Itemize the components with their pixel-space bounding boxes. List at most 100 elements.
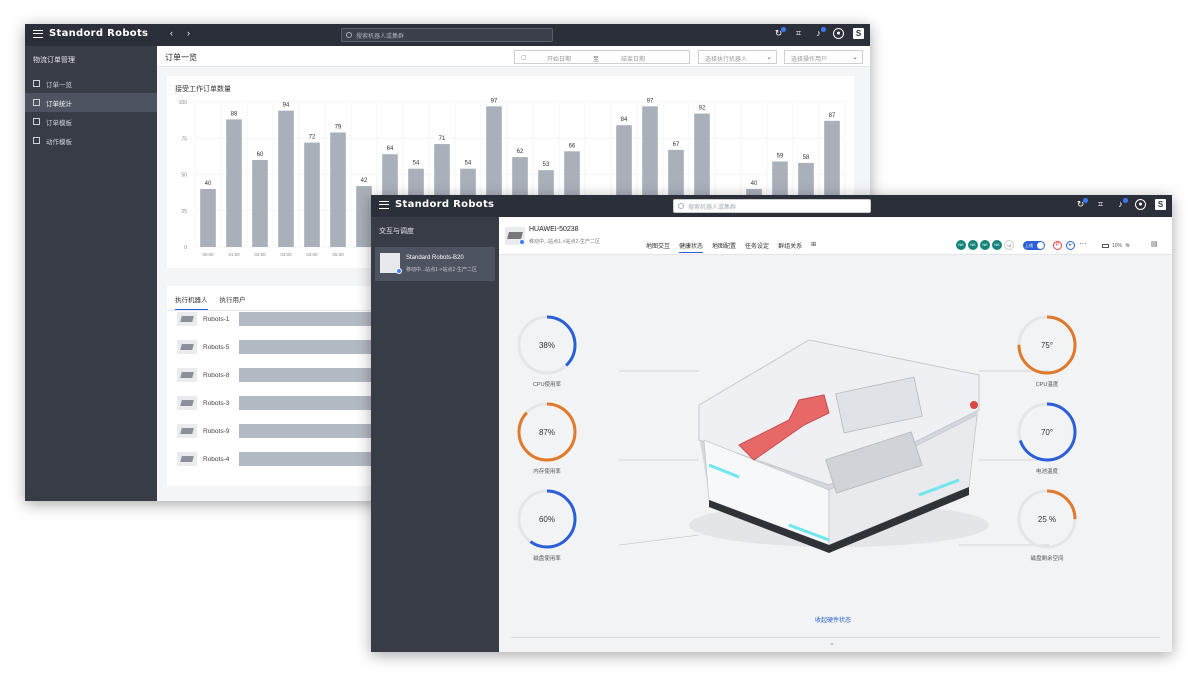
list-item[interactable]: Robots-4 — [177, 452, 439, 466]
online-toggle[interactable]: 上线 — [1023, 241, 1045, 250]
robot-name: Robots-1 — [203, 315, 230, 323]
tab-map-config[interactable]: 地图配置 — [712, 241, 736, 253]
robot-thumbnail — [177, 424, 197, 438]
search-placeholder: 搜索机器人或集群 — [688, 205, 737, 211]
search-input[interactable]: 搜索机器人或集群 — [673, 199, 871, 213]
gauge-value: 38% — [539, 341, 555, 350]
list-item[interactable]: Robots-8 — [177, 368, 439, 382]
collapse-hardware-status[interactable]: 收起硬件状态 — [815, 615, 851, 624]
user-select[interactable]: 选择操作用户 ⌄ — [784, 50, 863, 64]
document-icon[interactable]: ▤ — [1151, 240, 1158, 248]
x-tick-label: 03:00 — [280, 252, 292, 257]
bar[interactable] — [330, 132, 346, 247]
x-tick-label: 05:00 — [332, 252, 344, 257]
avatar[interactable]: NK — [956, 240, 966, 250]
tab-health-status[interactable]: 健康状态 — [679, 241, 704, 253]
bar[interactable] — [200, 189, 216, 247]
gauge-label: 内存使用率 — [533, 469, 561, 475]
tab-executing-robot[interactable]: 执行机器人 — [175, 294, 208, 310]
data-label: 58 — [803, 155, 810, 161]
bar[interactable] — [226, 119, 242, 247]
bar[interactable] — [304, 142, 320, 247]
bell-icon[interactable]: ♪ — [1115, 198, 1128, 210]
data-label: 84 — [621, 117, 628, 123]
y-tick-label: 75 — [181, 136, 187, 142]
tab-map-interaction[interactable]: 地图交互 — [646, 241, 670, 253]
robot-item-title: Standard Robots-B20 — [406, 255, 464, 261]
logo-icon[interactable]: S — [1155, 199, 1166, 210]
top-bar: Standord Robots ‹ › 搜索机器人或集群 ↻ ⌗ ♪ ● S — [25, 24, 870, 46]
gauge-value: 60% — [539, 515, 555, 524]
bar[interactable] — [278, 110, 294, 247]
sidebar-item-order-template[interactable]: 订单模板 — [25, 112, 157, 131]
user-icon[interactable]: ● — [833, 28, 844, 39]
pause-icon[interactable]: P — [1053, 241, 1062, 250]
data-label: 87 — [829, 113, 836, 119]
more-icon[interactable]: ··· — [1079, 239, 1087, 248]
tab-task-settings[interactable]: 任务设定 — [745, 241, 769, 253]
health-gauge: 38% CPU使用率 — [512, 313, 582, 388]
sidebar-item-action-template[interactable]: 动作模板 — [25, 131, 157, 150]
data-label: 94 — [283, 103, 290, 109]
logo-icon[interactable]: S — [853, 28, 864, 39]
sidebar-item-label: 订单一览 — [46, 81, 72, 89]
data-label: 92 — [699, 106, 706, 112]
robot-list-item[interactable]: Standard Robots-B20 移动中...站点1->站点2-生产二区 — [375, 247, 495, 281]
sidebar-item-label: 订单统计 — [46, 100, 72, 108]
health-gauge: 60% 磁盘使用率 — [512, 487, 582, 562]
list-item[interactable]: Robots-3 — [177, 396, 439, 410]
data-label: 59 — [777, 153, 784, 159]
robot-thumbnail — [177, 312, 197, 326]
sidebar-item-label: 订单模板 — [46, 119, 72, 127]
toolbar-icons: ↻ ⌗ ♪ ● S — [773, 27, 864, 39]
back-icon[interactable]: ‹ — [170, 28, 173, 38]
user-icon[interactable]: ● — [1135, 199, 1146, 210]
forward-icon[interactable]: › — [187, 28, 190, 38]
tab-group-relation[interactable]: 群组关系 — [778, 241, 802, 253]
menu-icon[interactable] — [33, 29, 43, 38]
robot-name: Robots-4 — [203, 455, 230, 463]
chevron-down-icon: ⌄ — [852, 54, 858, 61]
battery-value: 10% — [1112, 242, 1123, 249]
avatar[interactable]: NK — [980, 240, 990, 250]
robot-name: HUAWEI-50238 — [529, 226, 579, 233]
data-label: 54 — [465, 161, 472, 167]
connector-line — [618, 534, 700, 546]
refresh-icon[interactable]: ↻ — [773, 27, 786, 39]
date-range-picker[interactable]: ▢ 开始日期 至 结束日期 — [514, 50, 690, 64]
sidebar-item-order-stats[interactable]: 订单统计 — [25, 93, 157, 112]
data-label: 66 — [569, 143, 576, 149]
grid-icon[interactable]: ⊞ — [811, 241, 816, 253]
menu-icon[interactable] — [379, 200, 389, 209]
avatar-group: NK NK NK NK +8 — [956, 240, 1014, 250]
sidebar-item-label: 动作模板 — [46, 138, 72, 146]
avatar[interactable]: NK — [968, 240, 978, 250]
avatar-more[interactable]: +8 — [1004, 240, 1014, 250]
chevron-down-icon[interactable]: ⌄ — [829, 639, 835, 647]
robot-thumbnail — [177, 368, 197, 382]
bar[interactable] — [356, 186, 372, 247]
tab-executing-user[interactable]: 执行用户 — [220, 294, 246, 310]
gauge-value: 75° — [1041, 341, 1053, 350]
scan-icon[interactable]: ⌗ — [793, 28, 804, 39]
list-item[interactable]: Robots-1 — [177, 312, 439, 326]
data-label: 42 — [361, 178, 368, 184]
calendar-icon: ▢ — [521, 55, 527, 61]
x-tick-label: 02:00 — [254, 252, 266, 257]
avatar[interactable]: NK — [992, 240, 1002, 250]
robot-select[interactable]: 选择执行机器人 ⌄ — [698, 50, 777, 64]
list-item[interactable]: Robots-5 — [177, 340, 439, 354]
search-icon — [346, 32, 352, 38]
data-label: 79 — [335, 124, 342, 130]
nav-tabs: 地图交互 健康状态 地图配置 任务设定 群组关系 ⊞ — [646, 241, 816, 253]
play-icon[interactable]: ▸ — [1066, 241, 1075, 250]
search-input[interactable]: 搜索机器人或集群 — [341, 28, 553, 42]
scan-icon[interactable]: ⌗ — [1095, 199, 1106, 210]
bell-icon[interactable]: ♪ — [813, 27, 826, 39]
refresh-icon[interactable]: ↻ — [1075, 198, 1088, 210]
bar[interactable] — [252, 160, 268, 247]
sidebar-item-order-list[interactable]: 订单一览 — [25, 74, 157, 93]
robot-header: HUAWEI-50238 移动中...站点1->站点2-生产二区 地图交互 健康… — [499, 217, 1172, 255]
list-item[interactable]: Robots-9 — [177, 424, 439, 438]
health-gauge: 25 % 磁盘剩余空间 — [1012, 487, 1082, 562]
